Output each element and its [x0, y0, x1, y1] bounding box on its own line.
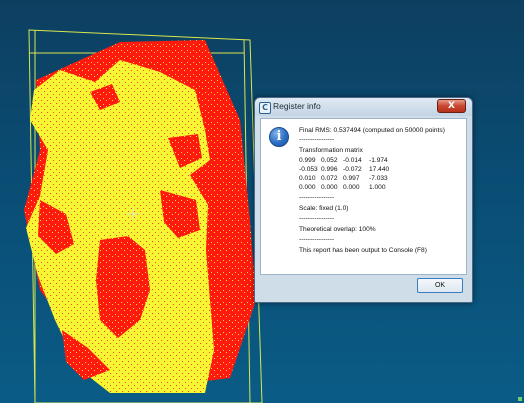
- separator-text: ----------------: [299, 215, 335, 222]
- close-icon: X: [448, 101, 455, 111]
- dialog-title: Register info: [273, 101, 321, 111]
- info-icon: i: [269, 127, 289, 147]
- matrix-row: 0.010 0.072 0.997 -7.033: [299, 175, 388, 182]
- report-text: This report has been output to Console (…: [299, 247, 427, 254]
- message-area: i Final RMS: 0.537494 (computed on 50000…: [260, 118, 467, 275]
- separator-text: ----------------: [299, 194, 335, 201]
- axis-indicator: [518, 397, 522, 401]
- register-info-dialog: C Register info X i Final RMS: 0.537494 …: [254, 97, 473, 303]
- matrix-row: -0.053 0.996 -0.072 17.440: [299, 166, 390, 173]
- dialog-titlebar[interactable]: C Register info X: [255, 98, 472, 116]
- overlap-text: Theoretical overlap: 100%: [299, 226, 376, 233]
- final-rms-text: Final RMS: 0.537494 (computed on 50000 p…: [299, 127, 445, 134]
- aligned-point-cloud: [26, 60, 214, 393]
- separator-text: ----------------: [299, 136, 335, 143]
- matrix-title: Transformation matrix: [299, 147, 363, 154]
- close-button[interactable]: X: [437, 99, 466, 113]
- matrix-row: 0.000 0.000 0.000 1.000: [299, 184, 386, 191]
- scale-text: Scale: fixed (1.0): [299, 205, 349, 212]
- matrix-row: 0.999 0.052 -0.014 -1.974: [299, 157, 388, 164]
- separator-text: ----------------: [299, 236, 335, 243]
- app-icon: C: [259, 102, 271, 114]
- ok-button[interactable]: OK: [417, 278, 463, 293]
